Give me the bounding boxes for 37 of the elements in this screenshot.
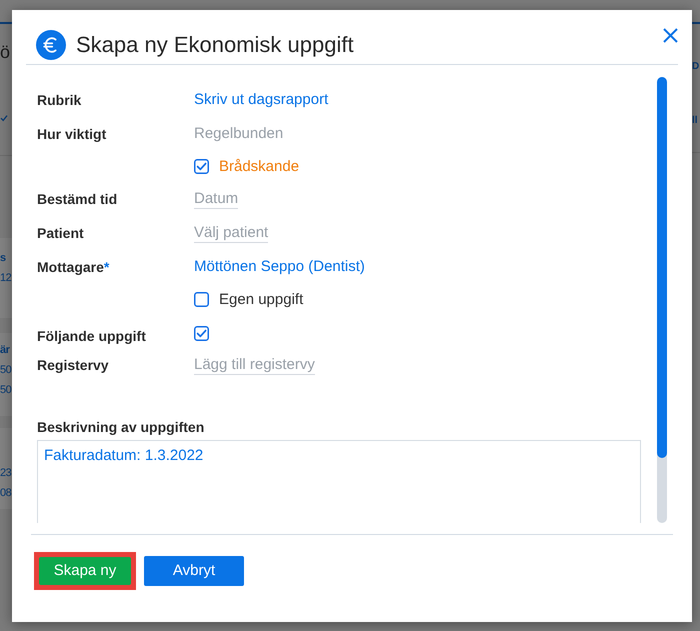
field-label: Följande uppgift [37,327,146,346]
field-label: Patient [37,224,84,243]
text-fragment: är [0,343,10,358]
field-label: Rubrik [37,91,82,110]
checkbox-label: Egen uppgift [219,290,304,310]
dialog-title: Skapa ny Ekonomisk uppgift [76,31,354,59]
required-marker: * [104,258,110,277]
option-text[interactable]: Regelbunden [194,124,284,144]
checkbox[interactable] [194,159,209,174]
check-icon [0,114,8,122]
picker-field[interactable]: Datum [194,189,238,209]
text-fragment: ll [692,114,698,128]
text-fragment: s [0,251,6,266]
cancel-button[interactable]: Avbryt [144,556,244,586]
field-label: Mottagare [37,258,104,277]
text-fragment: 50 [0,363,12,378]
create-button[interactable]: Skapa ny [39,557,131,585]
text-fragment: 50 [0,383,12,398]
checkbox[interactable] [194,292,209,307]
field-label: Hur viktigt [37,125,106,144]
checkbox[interactable] [194,326,209,340]
picker-field[interactable]: Välj patient [194,223,268,243]
text-fragment: 12 [0,271,12,286]
field-label: Registervy [37,356,109,375]
close-button[interactable] [663,28,678,43]
text-fragment: D [692,60,700,74]
description-field[interactable]: Fakturadatum: 1.3.2022 [37,440,641,523]
heading-fragment: ö [0,42,12,62]
value-link[interactable]: Skriv ut dagsrapport [194,90,328,110]
field-label: Bestämd tid [37,190,118,209]
euro-icon [36,30,66,60]
text-fragment: 08 [0,486,12,501]
checkbox-label: Brådskande [219,156,300,176]
picker-field[interactable]: Lägg till registervy [194,355,315,375]
text-fragment: 23 [0,466,12,481]
field-label: Beskrivning av uppgiften [37,418,204,437]
value-link[interactable]: Möttönen Seppo (Dentist) [194,257,365,277]
